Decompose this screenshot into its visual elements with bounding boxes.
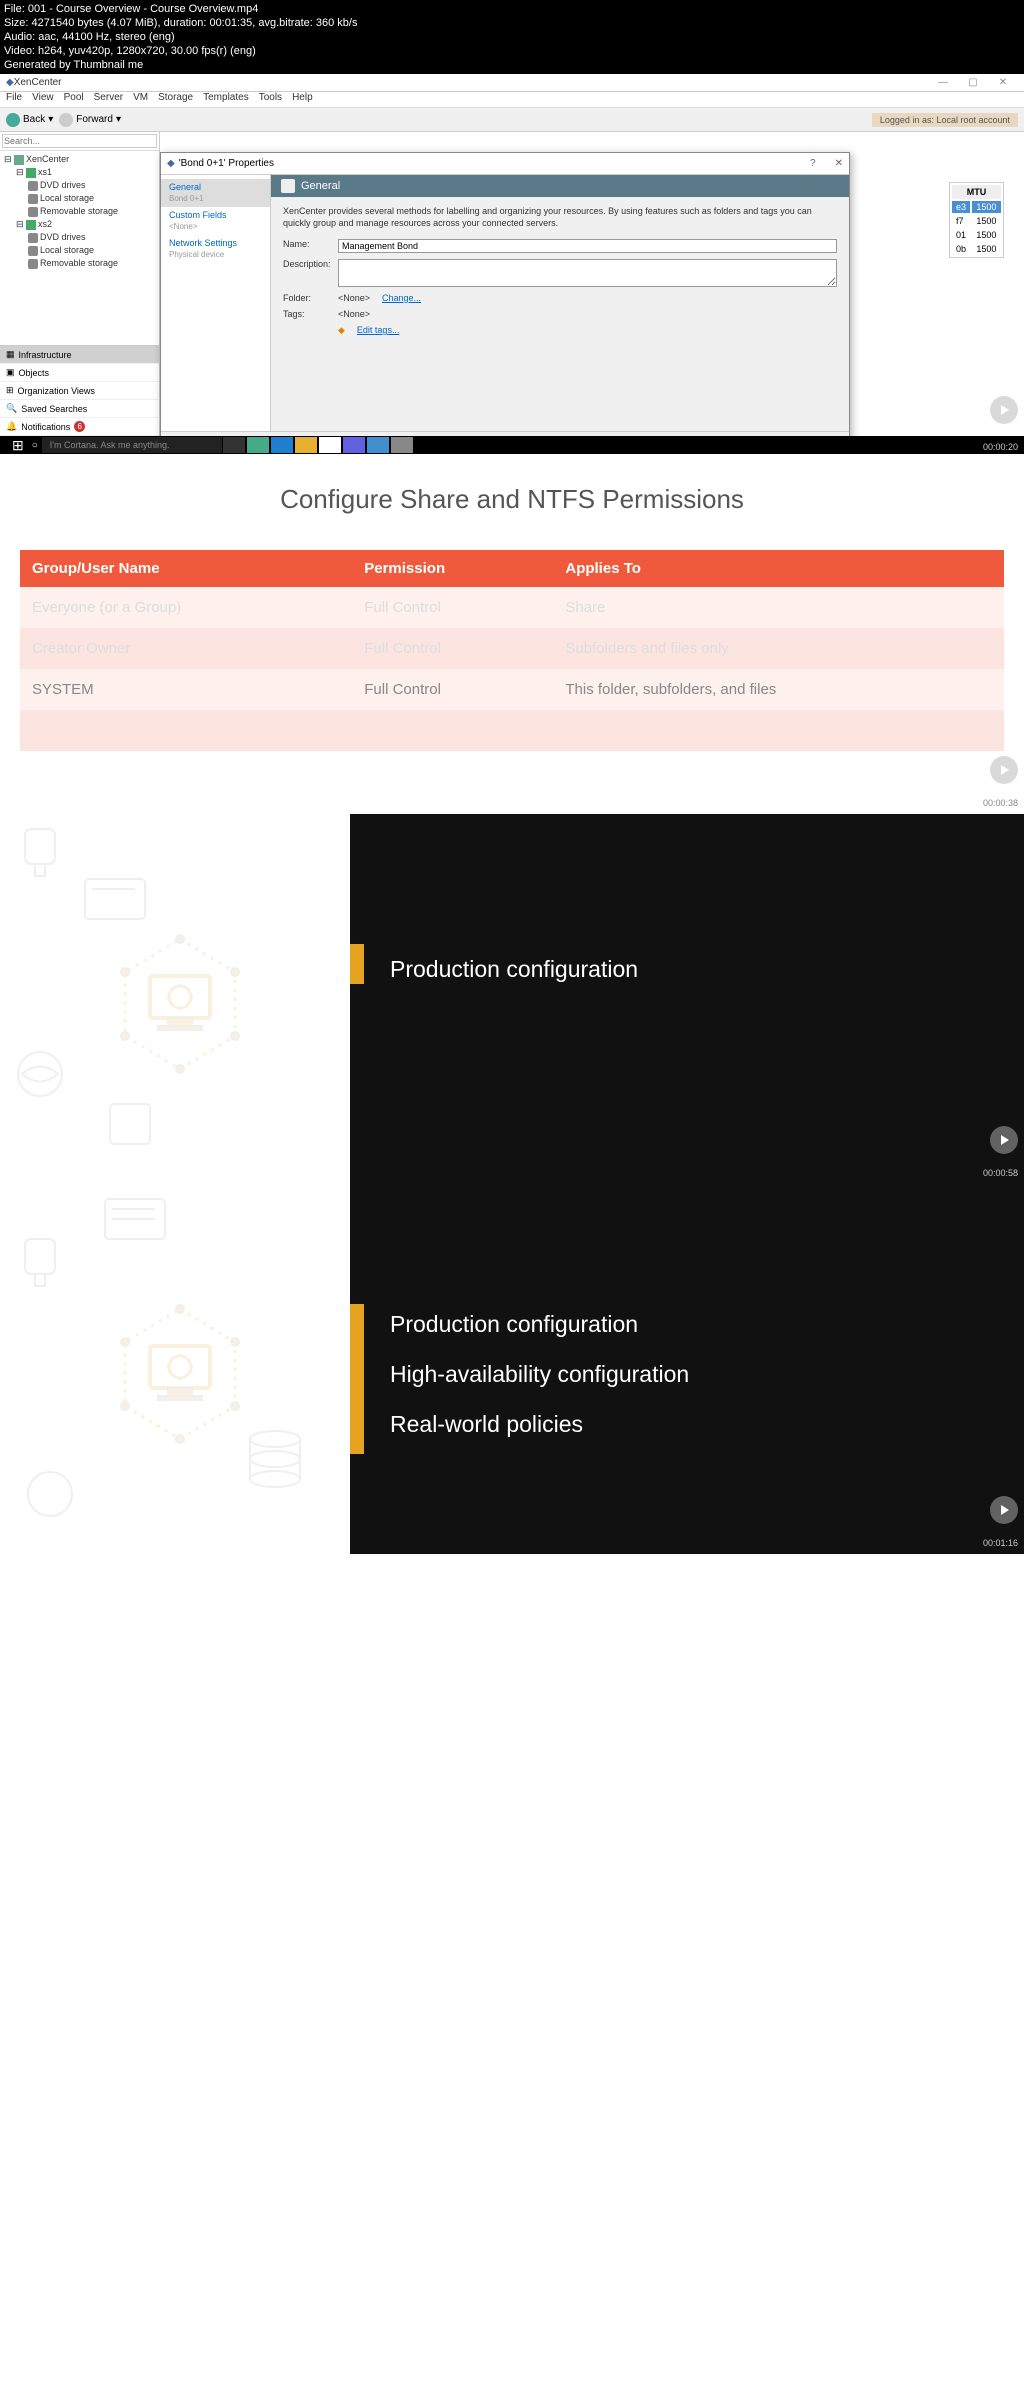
hex-monitor-icon — [110, 934, 250, 1074]
menu-templates[interactable]: Templates — [203, 92, 249, 107]
name-label: Name: — [283, 239, 338, 249]
info-video: Video: h264, yuv420p, 1280x720, 30.00 fp… — [4, 44, 1020, 58]
play-button[interactable] — [990, 1126, 1018, 1154]
slide-line-1: Production configuration — [390, 1299, 984, 1349]
xencenter-frame: ◆ XenCenter —▢✕ File View Pool Server VM… — [0, 74, 1024, 454]
menu-view[interactable]: View — [32, 92, 54, 107]
nav-network-settings[interactable]: Network SettingsPhysical device — [161, 235, 270, 263]
edge-icon[interactable] — [271, 437, 293, 453]
toolbar: Back▾ Forward▾ Logged in as: Local root … — [0, 108, 1024, 132]
mtu-table: MTU e31500 f71500 011500 0b1500 — [949, 182, 1004, 258]
window-titlebar: ◆ XenCenter —▢✕ — [0, 74, 1024, 92]
menu-pool[interactable]: Pool — [64, 92, 84, 107]
window-buttons[interactable]: —▢✕ — [928, 77, 1018, 88]
tags-label: Tags: — [283, 309, 338, 319]
description-input[interactable] — [338, 259, 837, 287]
play-button[interactable] — [990, 756, 1018, 784]
info-generated: Generated by Thumbnail me — [4, 58, 1020, 72]
nav-tabs: ▦Infrastructure ▣Objects ⊞Organization V… — [0, 345, 159, 436]
info-audio: Audio: aac, 44100 Hz, stereo (eng) — [4, 30, 1020, 44]
menu-server[interactable]: Server — [94, 92, 123, 107]
properties-dialog: ◆ 'Bond 0+1' Properties ? ✕ GeneralBond 0… — [160, 152, 850, 462]
col-applies: Applies To — [553, 550, 1004, 587]
change-link[interactable]: Change... — [382, 293, 421, 303]
dialog-icon: ◆ — [167, 158, 175, 169]
slide-3: Production configuration 00:00:58 — [0, 814, 1024, 1184]
info-file: File: 001 - Course Overview - Course Ove… — [4, 2, 1020, 16]
permissions-frame: Configure Share and NTFS Permissions Gro… — [0, 454, 1024, 814]
menu-tools[interactable]: Tools — [259, 92, 282, 107]
dialog-section-header: General — [271, 175, 849, 197]
timestamp-3: 00:00:58 — [983, 1168, 1018, 1178]
menu-vm[interactable]: VM — [133, 92, 148, 107]
nav-custom-fields[interactable]: Custom Fields<None> — [161, 207, 270, 235]
menu-help[interactable]: Help — [292, 92, 313, 107]
general-icon — [281, 179, 295, 193]
hex-monitor-icon — [110, 1304, 250, 1444]
permissions-table: Group/User Name Permission Applies To Ev… — [20, 550, 1004, 751]
slide-line-3: Real-world policies — [390, 1399, 984, 1449]
play-button[interactable] — [990, 396, 1018, 424]
help-icon[interactable]: ? — [810, 158, 816, 169]
name-input[interactable] — [338, 239, 837, 253]
login-status: Logged in as: Local root account — [872, 113, 1018, 127]
cortana-search[interactable]: I'm Cortana. Ask me anything. — [42, 437, 222, 453]
timestamp-4: 00:01:16 — [983, 1538, 1018, 1548]
dialog-titlebar: ◆ 'Bond 0+1' Properties ? ✕ — [161, 153, 849, 175]
slide-line-2: High-availability configuration — [390, 1349, 984, 1399]
folder-label: Folder: — [283, 293, 338, 303]
forward-icon — [59, 113, 73, 127]
info-size: Size: 4271540 bytes (4.07 MiB), duration… — [4, 16, 1020, 30]
slide-line-1: Production configuration — [390, 944, 984, 994]
accent-bar — [350, 1304, 364, 1454]
tab-objects[interactable]: ▣Objects — [0, 364, 159, 382]
window-title: XenCenter — [14, 77, 928, 88]
windows-taskbar[interactable]: ⊞ ○ I'm Cortana. Ask me anything. — [0, 436, 1024, 454]
close-icon[interactable]: ✕ — [835, 158, 843, 169]
accent-bar — [350, 944, 364, 984]
back-icon — [6, 113, 20, 127]
menu-file[interactable]: File — [6, 92, 22, 107]
col-group: Group/User Name — [20, 550, 352, 587]
tab-org-views[interactable]: ⊞Organization Views — [0, 382, 159, 400]
dialog-description: XenCenter provides several methods for l… — [283, 205, 837, 229]
dark-panel: Production configuration — [350, 814, 1024, 1184]
dark-panel: Production configuration High-availabili… — [350, 1184, 1024, 1554]
dialog-title: 'Bond 0+1' Properties — [179, 158, 274, 169]
search-input[interactable] — [2, 134, 157, 148]
timestamp-1: 00:00:20 — [983, 442, 1018, 452]
col-permission: Permission — [352, 550, 553, 587]
tab-notifications[interactable]: 🔔Notifications6 — [0, 418, 159, 436]
explorer-icon[interactable] — [295, 437, 317, 453]
description-label: Description: — [283, 259, 338, 269]
slide-title: Configure Share and NTFS Permissions — [20, 484, 1004, 515]
file-info-bar: File: 001 - Course Overview - Course Ove… — [0, 0, 1024, 74]
edit-tags-link[interactable]: Edit tags... — [357, 325, 400, 335]
tab-saved-searches[interactable]: 🔍Saved Searches — [0, 400, 159, 418]
slide-4: Production configuration High-availabili… — [0, 1184, 1024, 1554]
tags-value: <None> — [338, 309, 370, 319]
timestamp-2: 00:00:38 — [983, 798, 1018, 808]
left-panel: ⊟ XenCenter ⊟ xs1 DVD drives Local stora… — [0, 132, 160, 436]
dialog-nav: GeneralBond 0+1 Custom Fields<None> Netw… — [161, 175, 271, 431]
folder-value: <None> — [338, 293, 370, 303]
tab-infrastructure[interactable]: ▦Infrastructure — [0, 346, 159, 364]
nav-general[interactable]: GeneralBond 0+1 — [161, 179, 270, 207]
back-button[interactable]: Back▾ — [6, 113, 53, 127]
forward-button[interactable]: Forward▾ — [59, 113, 121, 127]
play-button[interactable] — [990, 1496, 1018, 1524]
store-icon[interactable] — [319, 437, 341, 453]
decoration-column — [0, 1184, 350, 1554]
resource-tree[interactable]: ⊟ XenCenter ⊟ xs1 DVD drives Local stora… — [0, 151, 159, 345]
menu-storage[interactable]: Storage — [158, 92, 193, 107]
menu-bar[interactable]: File View Pool Server VM Storage Templat… — [0, 92, 1024, 108]
decoration-column — [0, 814, 350, 1184]
